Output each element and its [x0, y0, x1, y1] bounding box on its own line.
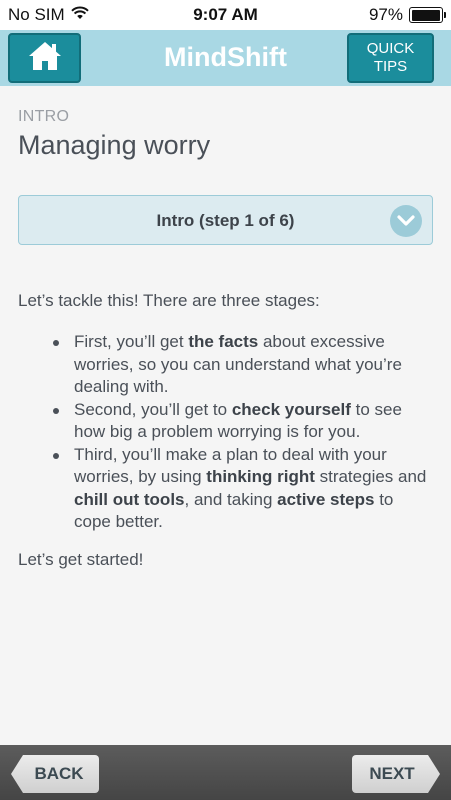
step-selector[interactable]: Intro (step 1 of 6)	[18, 195, 433, 245]
quick-tips-button[interactable]: QUICK TIPS	[347, 33, 434, 83]
list-item-text: , and taking	[184, 489, 278, 509]
next-button-label: NEXT	[369, 764, 415, 783]
next-button[interactable]: NEXT	[352, 755, 440, 793]
battery-icon	[409, 7, 446, 23]
list-item-text: First, you’ll get	[74, 332, 189, 351]
battery-cap	[444, 12, 446, 18]
chevron-down-icon	[390, 205, 422, 237]
app-header: MindShift QUICK TIPS	[0, 30, 451, 86]
section-label: INTRO	[18, 108, 70, 125]
home-icon	[27, 40, 63, 77]
page-title: Managing worry	[18, 130, 211, 160]
footer-bar: BACK NEXT	[0, 745, 451, 800]
list-item: Second, you’ll get to check yourself to …	[53, 399, 434, 444]
back-button-label: BACK	[34, 764, 84, 783]
stage-list: First, you’ll get the facts about excess…	[53, 331, 434, 534]
intro-text: Let’s tackle this! There are three stage…	[18, 291, 320, 310]
list-item-text: Second, you’ll get to	[74, 399, 232, 419]
highlight-text: thinking right	[206, 467, 315, 486]
list-item-text: strategies and	[314, 467, 427, 486]
quick-tips-line1: QUICK	[366, 40, 415, 57]
battery-fill	[411, 9, 440, 21]
highlight-text: check yourself	[231, 399, 351, 419]
highlight-text: the facts	[188, 332, 259, 351]
highlight-text: active steps	[277, 489, 375, 509]
list-item: First, you’ll get the facts about excess…	[53, 331, 434, 399]
status-bar: No SIM 9:07 AM 97%	[0, 0, 451, 30]
home-button[interactable]	[8, 33, 81, 83]
highlight-text: chill out tools	[74, 489, 185, 509]
back-button[interactable]: BACK	[11, 755, 99, 793]
list-item: Third, you’ll make a plan to deal with y…	[53, 444, 434, 534]
closing-text: Let’s get started!	[18, 550, 144, 569]
status-right: 97%	[368, 5, 446, 25]
step-selector-label: Intro (step 1 of 6)	[156, 211, 295, 230]
quick-tips-line2: TIPS	[373, 58, 408, 75]
battery-percent: 97%	[368, 5, 403, 24]
